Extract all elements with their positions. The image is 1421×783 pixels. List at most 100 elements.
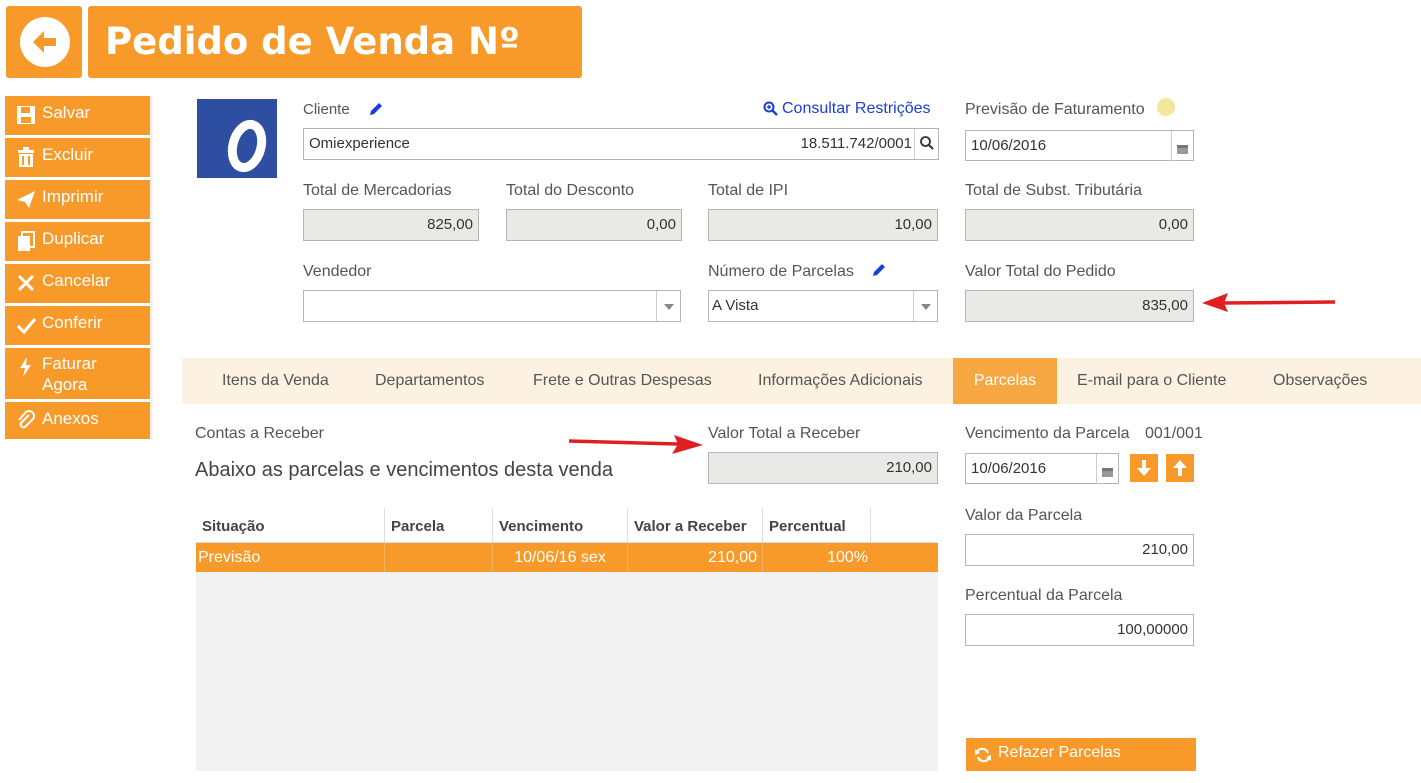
- tab-observacoes[interactable]: Observações: [1253, 358, 1387, 404]
- zoom-search-icon: [763, 101, 778, 116]
- page-title: Pedido de Venda Nº 264: [88, 6, 582, 135]
- cancel-button[interactable]: Cancelar: [5, 264, 150, 306]
- invoice-now-label-line2: Agora: [42, 375, 88, 394]
- cliente-label: Cliente: [303, 101, 350, 118]
- annotation-arrow-icon: [568, 435, 703, 454]
- total-ipi-field: 10,00: [708, 209, 938, 241]
- column-header-percentual[interactable]: Percentual: [763, 508, 871, 543]
- valor-total-label: Valor Total do Pedido: [965, 263, 1116, 280]
- valor-total-field: 835,00: [965, 290, 1194, 322]
- cliente-value: Omiexperience: [309, 135, 410, 152]
- consultar-restricoes-link[interactable]: Consultar Restrições: [782, 100, 931, 118]
- arrow-up-icon: [1173, 460, 1187, 476]
- total-st-field: 0,00: [965, 209, 1194, 241]
- tab-itens-venda[interactable]: Itens da Venda: [202, 358, 349, 404]
- valor-parcela-value: 210,00: [1142, 541, 1188, 558]
- total-ipi-value: 10,00: [894, 216, 932, 233]
- valor-total-receber-field: 210,00: [708, 452, 938, 484]
- chevron-down-icon[interactable]: [656, 291, 680, 321]
- print-button[interactable]: Imprimir: [5, 180, 150, 222]
- vendedor-select[interactable]: [303, 290, 681, 322]
- percentual-parcela-label: Percentual da Parcela: [965, 587, 1123, 604]
- cliente-doc-value: 18.511.742/0001: [800, 135, 913, 152]
- valor-parcela-label: Valor da Parcela: [965, 507, 1083, 524]
- vencimento-date-field[interactable]: 10/06/2016: [965, 453, 1119, 484]
- search-icon: [920, 136, 934, 150]
- attachments-label: Anexos: [42, 409, 99, 428]
- tab-parcelas[interactable]: Parcelas: [953, 358, 1057, 404]
- total-st-label: Total de Subst. Tributária: [965, 182, 1142, 199]
- paperclip-icon: [18, 410, 35, 429]
- lightning-icon: [20, 357, 31, 377]
- column-header-situacao[interactable]: Situação: [196, 508, 385, 543]
- send-icon: [17, 191, 35, 208]
- vencimento-value: 10/06/2016: [971, 460, 1047, 477]
- total-mercadorias-label: Total de Mercadorias: [303, 182, 452, 199]
- parcelas-value: A Vista: [712, 297, 759, 314]
- attachments-button[interactable]: Anexos: [5, 402, 150, 442]
- duplicate-label: Duplicar: [42, 229, 105, 248]
- cell-percentual: 100%: [827, 549, 868, 566]
- tab-departamentos[interactable]: Departamentos: [354, 358, 505, 404]
- tab-email-cliente[interactable]: E-mail para o Cliente: [1057, 358, 1246, 404]
- column-header-valor-receber[interactable]: Valor a Receber: [628, 508, 763, 543]
- move-up-button[interactable]: [1166, 454, 1194, 482]
- cliente-search-button[interactable]: [914, 129, 938, 159]
- chevron-down-icon[interactable]: [913, 291, 937, 321]
- omie-logo-icon: [227, 119, 267, 173]
- valor-total-receber-value: 210,00: [886, 459, 932, 476]
- copy-icon: [18, 231, 35, 251]
- refazer-parcelas-button[interactable]: Refazer Parcelas: [966, 738, 1196, 771]
- check-button[interactable]: Conferir: [5, 306, 150, 348]
- invoice-now-button[interactable]: Faturar Agora: [5, 348, 150, 402]
- cell-valor-receber: 210,00: [628, 543, 763, 572]
- previsao-date-field[interactable]: 10/06/2016: [965, 130, 1194, 161]
- previsao-value: 10/06/2016: [971, 137, 1047, 154]
- delete-button[interactable]: Excluir: [5, 138, 150, 180]
- delete-label: Excluir: [42, 145, 94, 164]
- annotation-arrow-icon: [1202, 293, 1336, 312]
- vencimento-counter: 001/001: [1145, 425, 1203, 442]
- edit-cliente-pencil-icon[interactable]: [367, 100, 385, 118]
- parcelas-select[interactable]: A Vista: [708, 290, 938, 322]
- trash-icon: [18, 147, 34, 167]
- total-ipi-label: Total de IPI: [708, 182, 789, 199]
- valor-parcela-field[interactable]: 210,00: [965, 534, 1194, 566]
- vendedor-label: Vendedor: [303, 263, 372, 280]
- total-desconto-value: 0,00: [646, 216, 676, 233]
- save-button[interactable]: Salvar: [5, 96, 150, 138]
- client-logo: [197, 99, 277, 178]
- percentual-parcela-field[interactable]: 100,00000: [965, 614, 1194, 646]
- duplicate-button[interactable]: Duplicar: [5, 222, 150, 264]
- save-icon: [17, 106, 35, 124]
- print-label: Imprimir: [42, 187, 104, 206]
- column-header-vencimento[interactable]: Vencimento: [493, 508, 628, 543]
- tab-frete[interactable]: Frete e Outras Despesas: [513, 358, 732, 404]
- vencimento-parcela-label: Vencimento da Parcela: [965, 425, 1130, 442]
- cell-parcela: [385, 543, 493, 572]
- tab-informacoes-adicionais[interactable]: Informações Adicionais: [738, 358, 943, 404]
- edit-parcelas-pencil-icon[interactable]: [870, 261, 888, 279]
- total-desconto-label: Total do Desconto: [506, 182, 635, 199]
- invoice-now-label-line1: Faturar: [42, 354, 97, 373]
- back-button[interactable]: [6, 6, 82, 78]
- cliente-field[interactable]: Omiexperience 18.511.742/0001: [303, 128, 939, 160]
- valor-total-receber-label: Valor Total a Receber: [708, 425, 861, 442]
- check-label: Conferir: [42, 313, 103, 332]
- parcelas-count-label: Número de Parcelas: [708, 263, 854, 280]
- cell-vencimento: 10/06/16 sex: [493, 543, 628, 572]
- move-down-button[interactable]: [1130, 454, 1158, 482]
- previsao-label: Previsão de Faturamento: [965, 101, 1145, 118]
- cell-situacao: Previsão: [196, 543, 385, 572]
- refresh-icon: [975, 747, 991, 763]
- back-arrow-icon: [20, 17, 70, 67]
- calendar-icon[interactable]: [1171, 131, 1193, 161]
- calendar-icon[interactable]: [1096, 454, 1118, 484]
- column-header-parcela[interactable]: Parcela: [385, 508, 493, 543]
- close-icon: [17, 274, 35, 292]
- percentual-parcela-value: 100,00000: [1117, 621, 1188, 638]
- total-desconto-field: 0,00: [506, 209, 682, 241]
- valor-total-value: 835,00: [1142, 297, 1188, 314]
- status-dot-icon: [1157, 98, 1175, 116]
- refazer-parcelas-label: Refazer Parcelas: [998, 744, 1121, 761]
